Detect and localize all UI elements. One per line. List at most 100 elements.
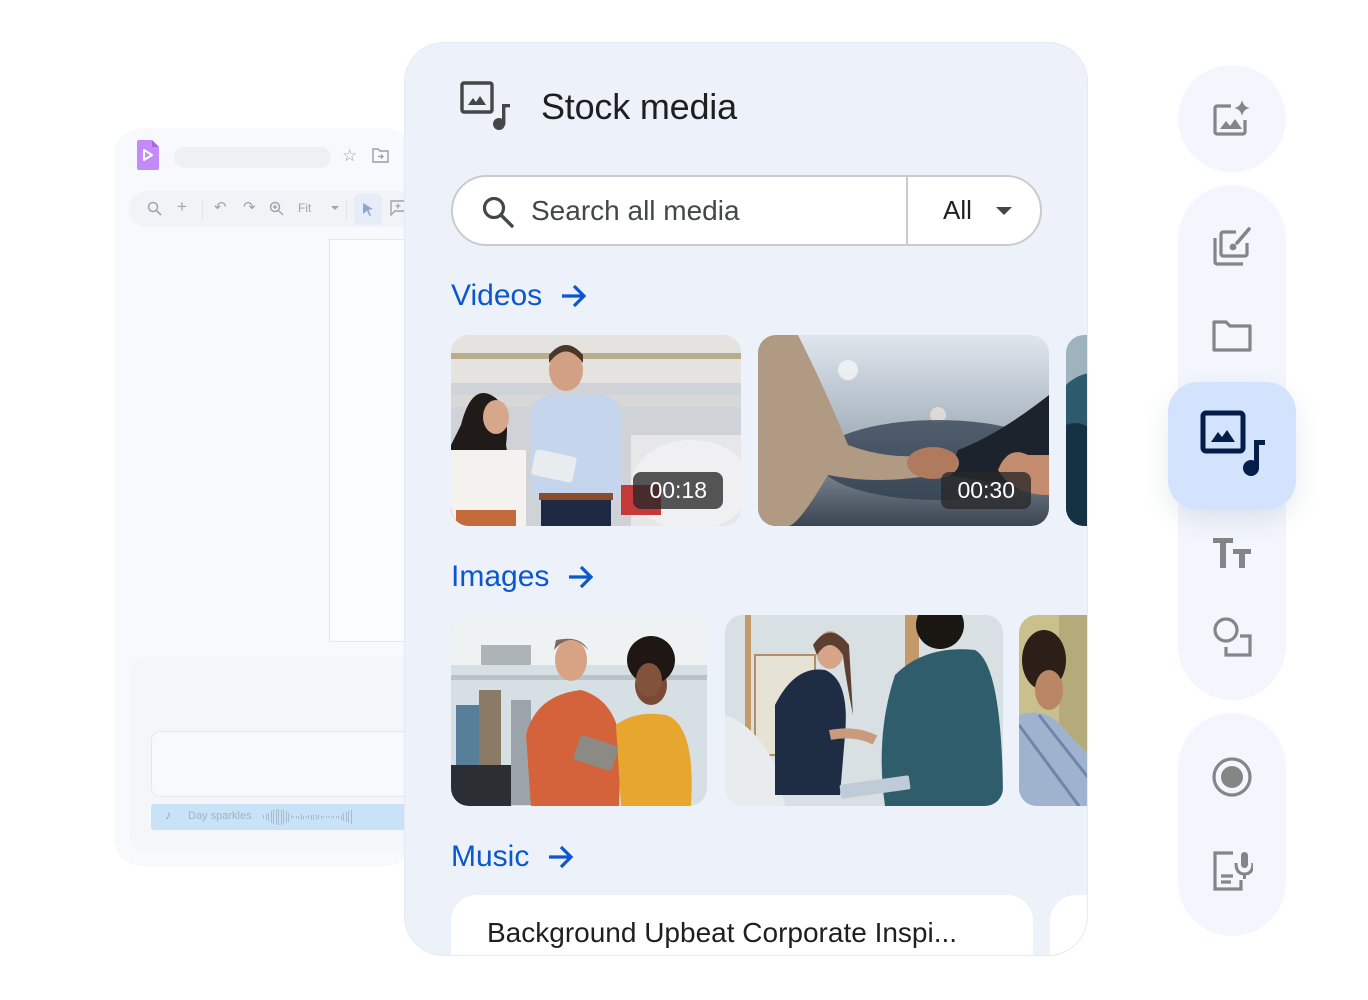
waveform-bar — [270, 811, 272, 823]
zoom-dropdown-caret-icon[interactable] — [331, 206, 339, 210]
waveform-bar — [320, 815, 322, 819]
stock-media-icon — [1200, 410, 1265, 476]
music-section-label: Music — [451, 840, 530, 873]
star-icon[interactable]: ☆ — [342, 146, 357, 166]
music-track-card[interactable] — [1050, 895, 1087, 955]
video-thumbnail[interactable] — [1066, 335, 1087, 526]
waveform-bar — [290, 815, 292, 819]
waveform-bar — [285, 811, 287, 823]
video-thumbnail[interactable]: 00:30 — [758, 335, 1049, 526]
images-section-link[interactable]: Images — [451, 560, 595, 594]
waveform-bar — [338, 815, 339, 819]
text-button[interactable] — [1178, 513, 1286, 593]
photo-library-edit-icon — [1213, 227, 1251, 266]
my-files-button[interactable] — [1178, 295, 1286, 375]
rail-group-record — [1178, 713, 1286, 936]
image-thumbnail[interactable] — [725, 615, 1003, 806]
arrow-forward-icon — [549, 845, 574, 869]
waveform-bar — [313, 814, 314, 820]
video-thumbnail-image — [1066, 335, 1087, 526]
voice-script-icon — [1213, 851, 1253, 891]
waveform-bar — [273, 810, 274, 824]
images-section-label: Images — [451, 560, 550, 593]
zoom-level-select[interactable]: Fit — [298, 201, 311, 215]
editor-toolbar: + ↶ ↷ Fit — [129, 191, 414, 227]
waveform-bar — [333, 816, 334, 818]
edit-media-button[interactable] — [1178, 207, 1286, 287]
select-tool-button[interactable] — [354, 194, 382, 225]
audio-track-label: Day sparkles — [188, 810, 252, 822]
music-note-icon: ♪ — [165, 808, 171, 822]
timeline-scene-track[interactable] — [151, 731, 414, 797]
music-track-title: Background Upbeat Corporate Inspi... — [487, 917, 958, 948]
timeline-panel: ♪ Day sparkles — [129, 656, 414, 852]
image-thumbnail[interactable] — [451, 615, 707, 806]
shapes-button[interactable] — [1178, 597, 1286, 677]
music-track-card[interactable]: Background Upbeat Corporate Inspi... — [451, 895, 1033, 955]
generate-image-button[interactable] — [1178, 79, 1286, 159]
audio-track[interactable]: ♪ Day sparkles — [151, 804, 414, 830]
folder-icon — [1212, 320, 1252, 352]
image-thumbnail-image — [725, 615, 1003, 806]
undo-icon[interactable]: ↶ — [214, 198, 227, 216]
waveform-bar — [303, 815, 304, 819]
waveform-bar — [330, 816, 332, 818]
media-search-bar: All — [451, 175, 1042, 246]
search-input[interactable] — [531, 187, 901, 235]
redo-icon[interactable]: ↷ — [243, 198, 256, 216]
music-section-link[interactable]: Music — [451, 840, 575, 874]
add-icon[interactable]: + — [177, 197, 187, 217]
slide-canvas[interactable] — [329, 239, 414, 642]
stock-media-rail-button[interactable] — [1168, 382, 1296, 510]
shapes-icon — [1213, 617, 1252, 657]
image-sparkle-icon — [1213, 100, 1250, 136]
stock-media-icon — [460, 81, 510, 130]
waveform-bar — [280, 809, 282, 825]
waveform-bar — [340, 814, 342, 820]
toolbar-divider — [346, 199, 347, 219]
image-thumbnail[interactable] — [1019, 615, 1087, 806]
image-thumbnail-image — [451, 615, 707, 806]
waveform-bar — [345, 812, 347, 822]
video-duration-badge: 00:18 — [633, 472, 723, 509]
waveform-bar — [348, 811, 349, 823]
waveform-bar — [278, 809, 279, 825]
search-icon[interactable] — [481, 195, 515, 229]
stock-media-panel: Stock media All Videos — [404, 42, 1088, 956]
record-button[interactable] — [1178, 737, 1286, 817]
panel-title: Stock media — [541, 86, 737, 127]
vids-logo-icon — [137, 140, 159, 170]
waveform-bar — [335, 816, 337, 818]
arrow-forward-icon — [569, 565, 594, 589]
audio-waveform — [263, 809, 352, 825]
waveform-bar — [263, 815, 264, 819]
arrow-forward-icon — [562, 284, 587, 308]
waveform-bar — [293, 816, 294, 818]
videos-section-link[interactable]: Videos — [451, 279, 588, 313]
waveform-bar — [283, 810, 284, 824]
zoom-in-icon[interactable] — [269, 201, 284, 216]
document-title-field[interactable] — [174, 147, 331, 168]
waveform-bar — [268, 813, 269, 821]
select-pointer-icon — [363, 203, 373, 216]
videos-section-label: Videos — [451, 279, 543, 312]
waveform-bar — [275, 809, 277, 825]
media-type-filter-dropdown[interactable]: All — [908, 177, 1040, 244]
waveform-bar — [265, 814, 267, 820]
filter-selected-value: All — [943, 195, 972, 225]
video-thumbnail[interactable]: 00:18 — [451, 335, 741, 526]
move-to-folder-icon[interactable] — [372, 148, 389, 163]
waveform-bar — [318, 815, 319, 819]
record-icon — [1212, 757, 1252, 797]
editor-header: ☆ — [114, 128, 414, 188]
waveform-bar — [323, 816, 324, 818]
waveform-bar — [288, 812, 289, 822]
toolbar-divider — [202, 199, 203, 219]
waveform-bar — [305, 816, 307, 818]
script-voiceover-button[interactable] — [1178, 831, 1286, 911]
waveform-bar — [295, 816, 297, 818]
waveform-bar — [300, 814, 302, 820]
text-fields-icon — [1213, 538, 1251, 568]
waveform-bar — [298, 815, 299, 819]
search-icon[interactable] — [147, 201, 162, 216]
